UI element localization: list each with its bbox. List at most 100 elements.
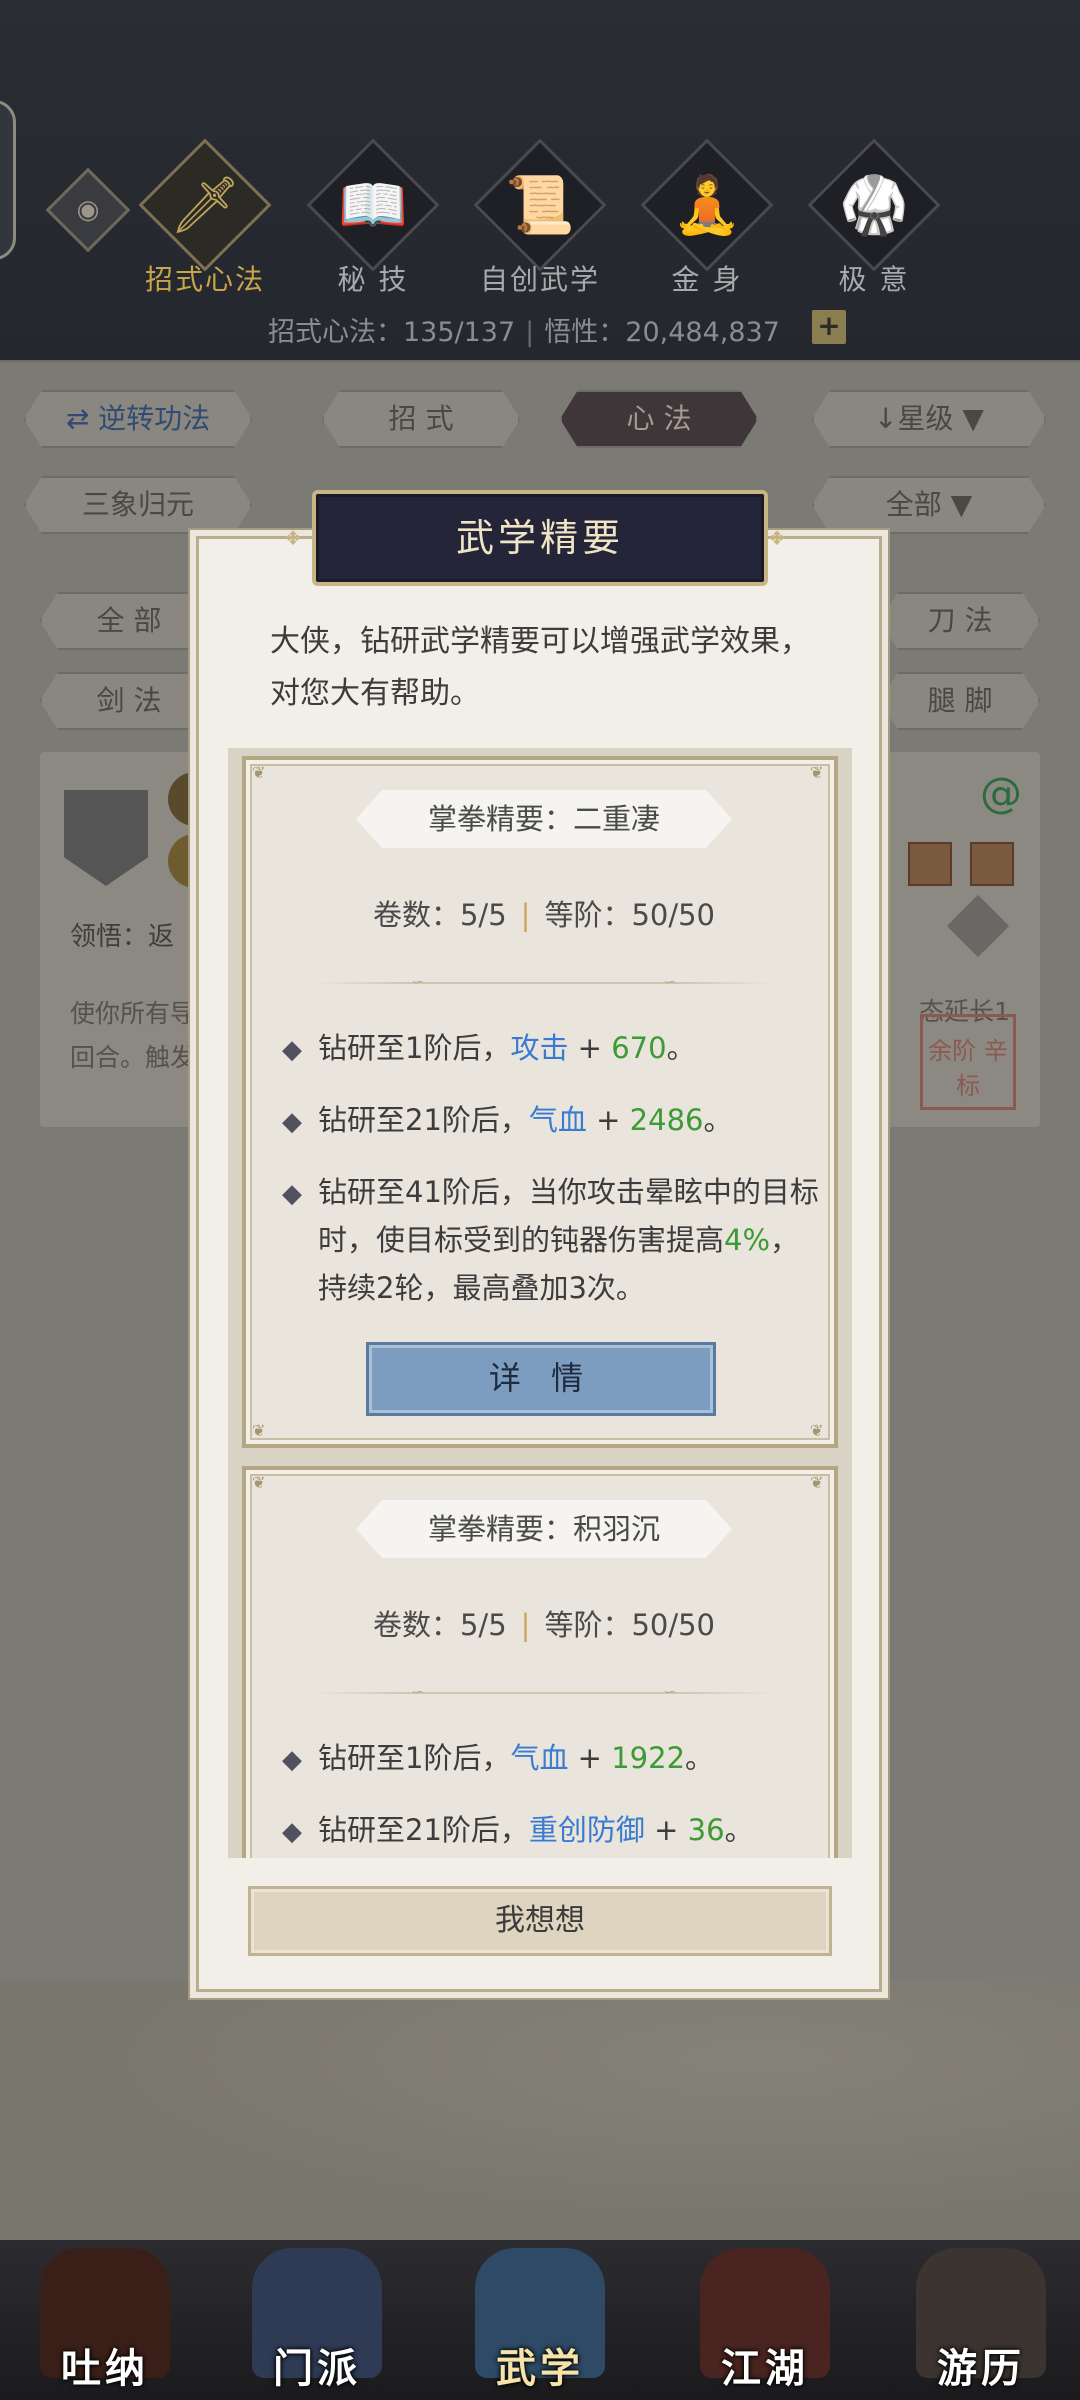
effect-post: 。 xyxy=(685,1741,715,1775)
stats-line: 招式心法：135/137 | 悟性：20,484,837 xyxy=(268,310,780,349)
effect-value: 4% xyxy=(724,1223,771,1257)
essence-card: ❦ ❦ 掌拳精要：积羽沉 卷数：5/5 | 等阶：50/50 ∽ ∽ ◆ 钻研至1阶… xyxy=(242,1466,838,1858)
reverse-gongfa-button[interactable]: ⇄ 逆转功法 xyxy=(24,390,252,448)
category-dropdown[interactable]: 全部 ▼ xyxy=(812,476,1046,534)
essence-level: 卷数：5/5 | 等阶：50/50 xyxy=(246,1602,842,1644)
diamond-bullet-icon: ◆ xyxy=(282,1745,302,1775)
tab-label: 极 意 xyxy=(838,263,910,296)
nav-label: 江湖 xyxy=(721,2346,809,2392)
filter-all[interactable]: 全 部 xyxy=(40,592,218,650)
effect-bullet: ◆ 钻研至21阶后，重创防御 + 36。 xyxy=(282,1806,822,1856)
tab-label: 招式心法 xyxy=(144,263,265,296)
think-it-over-button[interactable]: 我想想 xyxy=(248,1886,832,1956)
nav-label: 吐纳 xyxy=(61,2346,149,2392)
filter-leg[interactable]: 腿 脚 xyxy=(880,672,1040,730)
volume-count: 卷数：5/5 xyxy=(372,898,507,932)
title-ornament-left: ❖ xyxy=(284,526,302,550)
effect-bullet: ◆ 钻研至21阶后，气血 + 2486。 xyxy=(282,1096,822,1146)
effect-value: 670 xyxy=(611,1031,667,1065)
seal-stamp: 余阶 辛标 xyxy=(920,1014,1016,1110)
desc-line: 回合。触发 xyxy=(70,1043,196,1072)
effect-bullet: ◆ 钻研至1阶后，攻击 + 670。 xyxy=(282,1024,822,1074)
effect-post: 。 xyxy=(666,1031,696,1065)
tab-zhaoshi[interactable]: 招 式 xyxy=(322,390,520,448)
corner-ornament: ❦ xyxy=(252,1421,266,1440)
nav-menpai[interactable]: 门派 xyxy=(232,2240,402,2400)
effect-text: 钻研至41阶后，当你攻击晕眩中的目标时，使目标受到的钝器伤害提高4%，持续2轮，… xyxy=(318,1168,822,1312)
divider xyxy=(316,982,772,984)
effect-text: 钻研至1阶后，气血 + 1922。 xyxy=(318,1734,822,1782)
lingwu-label: 领悟：返 xyxy=(70,922,175,952)
background-ink-swirl xyxy=(0,1980,1080,2240)
effect-post: 。 xyxy=(724,1813,754,1847)
nav-jianghu[interactable]: 江湖 xyxy=(680,2240,850,2400)
skill-badge-icon xyxy=(908,842,952,886)
nav-label: 游历 xyxy=(937,2346,1025,2392)
skill-badge-icon xyxy=(970,842,1014,886)
sword-icon: 🗡 xyxy=(169,173,241,238)
corner-ornament: ❦ xyxy=(810,1473,824,1492)
essence-card: ❦ ❦ ❦ ❦ 掌拳精要：二重凄 卷数：5/5 | 等阶：50/50 ∽ ∽ ◆ 钻… xyxy=(242,756,838,1448)
diamond-badge-icon xyxy=(946,894,1010,958)
effect-post: 。 xyxy=(703,1103,733,1137)
effect-bullet: ◆ 钻研至41阶后，当你攻击晕眩中的目标时，使目标受到的钝器伤害提高4%，持续2… xyxy=(282,1168,822,1305)
essence-list[interactable]: ❦ ❦ ❦ ❦ 掌拳精要：二重凄 卷数：5/5 | 等阶：50/50 ∽ ∽ ◆ 钻… xyxy=(228,748,852,1858)
tab-label: 金 身 xyxy=(671,263,743,296)
corner-ornament: ❦ xyxy=(810,1421,824,1440)
divider-ornament: ∽ xyxy=(663,972,677,991)
tab-label: 秘 技 xyxy=(337,263,409,296)
sanxiang-button[interactable]: 三象归元 xyxy=(24,476,252,534)
side-back-tab[interactable] xyxy=(0,100,16,260)
essence-name: 掌拳精要：二重凄 xyxy=(356,790,732,848)
corner-ornament: ❦ xyxy=(252,1473,266,1492)
detail-button[interactable]: 详 情 xyxy=(366,1342,716,1416)
diamond-bullet-icon: ◆ xyxy=(282,1179,302,1209)
effect-attr: 气血 xyxy=(510,1741,569,1775)
divider-ornament: ∽ xyxy=(663,1682,677,1701)
effect-pre: 钻研至1阶后， xyxy=(318,1741,511,1775)
effect-value: 36 xyxy=(687,1813,725,1847)
eye-toggle-button[interactable]: ◉ xyxy=(45,167,131,253)
nav-label: 门派 xyxy=(273,2346,361,2392)
eye-icon: ◉ xyxy=(76,195,100,225)
filter-sword[interactable]: 剑 法 xyxy=(40,672,218,730)
effect-op: + xyxy=(568,1741,612,1775)
diamond-bullet-icon: ◆ xyxy=(282,1035,302,1065)
effect-pre: 钻研至21阶后， xyxy=(318,1813,529,1847)
modal-title: 武学精要 xyxy=(312,490,768,586)
grade-count: 等阶：50/50 xyxy=(544,1608,716,1642)
nav-label: 武学 xyxy=(496,2346,584,2392)
tab-miji[interactable]: 📖 秘 技 xyxy=(296,138,446,298)
nav-tuna[interactable]: 吐纳 xyxy=(20,2240,190,2400)
nav-youli[interactable]: 游历 xyxy=(896,2240,1066,2400)
tab-label: 自创武学 xyxy=(479,263,600,296)
top-header: ◉ 🗡 招式心法 📖 秘 技 📜 自创武学 🧘 金 身 🥋 极 意 招式心法：1… xyxy=(0,0,1080,360)
stats-separator: | xyxy=(525,317,535,348)
bottom-nav: 吐纳 门派 武学 江湖 游历 xyxy=(0,2240,1080,2400)
tab-jinshen[interactable]: 🧘 金 身 xyxy=(630,138,780,298)
nav-wuxue[interactable]: 武学 xyxy=(455,2240,625,2400)
effect-attr: 重创防御 xyxy=(528,1813,645,1847)
effect-pre: 钻研至21阶后， xyxy=(318,1103,529,1137)
swirl-icon: @ xyxy=(980,768,1022,817)
modal-intro: 大侠，钻研武学精要可以增强武学效果，对您大有帮助。 xyxy=(270,624,810,711)
meditation-icon: 🧘 xyxy=(672,173,742,238)
tab-zhaoshi-xinfa[interactable]: 🗡 招式心法 xyxy=(128,138,278,298)
wuxing-value: 悟性：20,484,837 xyxy=(544,317,780,348)
sort-dropdown[interactable]: ↓星级 ▼ xyxy=(812,390,1046,448)
tab-zichuang[interactable]: 📜 自创武学 xyxy=(463,138,613,298)
effect-value: 2486 xyxy=(629,1103,704,1137)
corner-ornament: ❦ xyxy=(810,763,824,782)
corner-ornament: ❦ xyxy=(252,763,266,782)
level-separator: | xyxy=(520,898,531,932)
filter-blade[interactable]: 刀 法 xyxy=(880,592,1040,650)
volume-count: 卷数：5/5 xyxy=(372,1608,507,1642)
tab-xinfa[interactable]: 心 法 xyxy=(560,390,758,448)
level-separator: | xyxy=(520,1608,531,1642)
effect-text: 钻研至21阶后，气血 + 2486。 xyxy=(318,1096,822,1144)
add-wuxing-button[interactable]: + xyxy=(812,310,846,344)
grade-count: 等阶：50/50 xyxy=(544,898,716,932)
effect-op: + xyxy=(568,1031,612,1065)
effect-text: 钻研至21阶后，重创防御 + 36。 xyxy=(318,1806,822,1854)
tab-jiyi[interactable]: 🥋 极 意 xyxy=(797,138,947,298)
